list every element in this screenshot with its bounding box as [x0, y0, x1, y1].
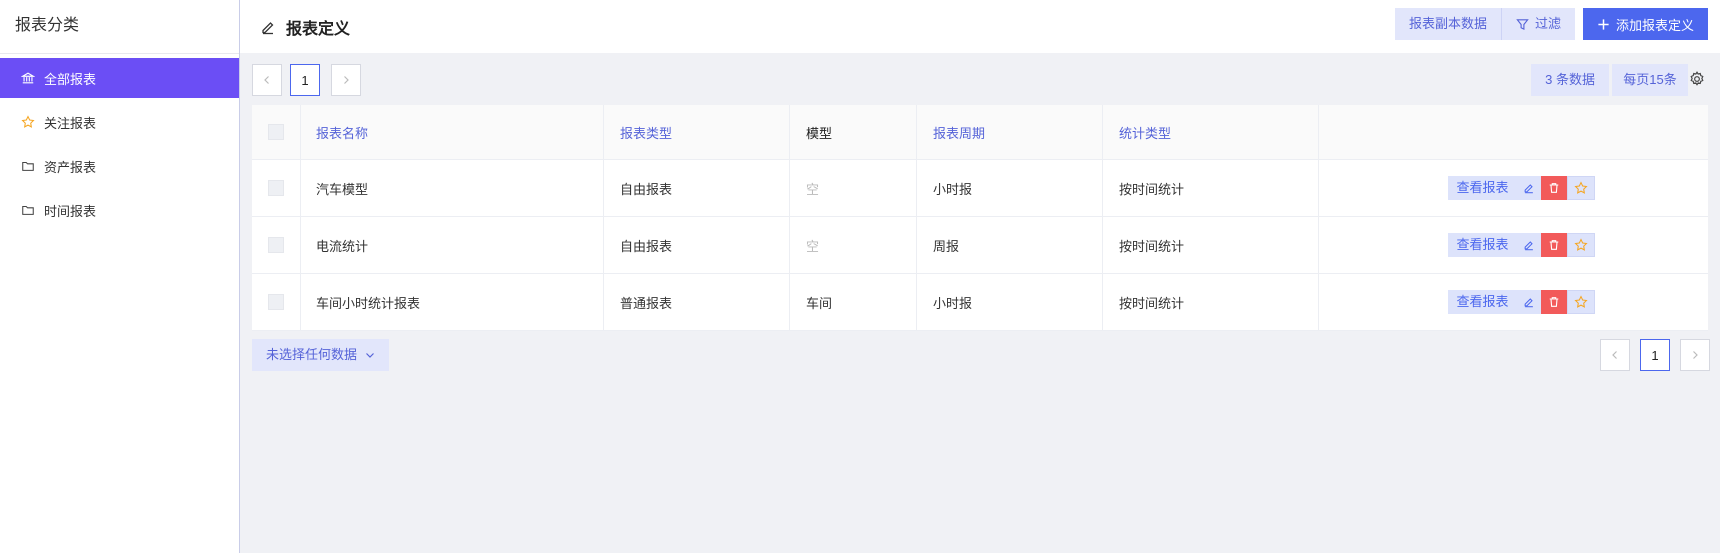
filter-button[interactable]: 过滤 — [1500, 8, 1575, 40]
star-icon[interactable] — [1566, 233, 1595, 257]
cell-model: 车间 — [790, 274, 917, 330]
sidebar-item-label: 关注报表 — [44, 115, 97, 131]
trash-icon[interactable] — [1540, 176, 1567, 200]
sidebar-item-label: 时间报表 — [44, 203, 97, 219]
column-header-actions — [1319, 105, 1708, 159]
bank-icon — [20, 70, 36, 86]
cell-report-name: 汽车模型 — [301, 160, 604, 216]
chevron-left-icon — [1612, 351, 1617, 359]
selection-dropdown[interactable]: 未选择任何数据 — [252, 339, 390, 371]
record-count-badge: 3 条数据 — [1531, 64, 1609, 96]
star-icon[interactable] — [1566, 290, 1595, 314]
cell-period: 周报 — [917, 217, 1103, 273]
star-icon[interactable] — [1566, 176, 1595, 200]
folder-icon — [20, 202, 36, 218]
sidebar-item-label: 全部报表 — [44, 71, 97, 87]
cell-stat-type: 按时间统计 — [1103, 274, 1319, 330]
edit-icon[interactable] — [1516, 290, 1541, 314]
selection-label: 未选择任何数据 — [266, 347, 358, 362]
filter-icon — [1516, 18, 1529, 30]
cell-report-type: 普通报表 — [604, 274, 790, 330]
star-icon — [20, 114, 36, 130]
sidebar-title: 报表分类 — [0, 0, 239, 54]
sidebar-item-label: 资产报表 — [44, 159, 97, 175]
column-header-name[interactable]: 报表名称 — [301, 105, 604, 159]
table-header-row: 报表名称 报表类型 模型 报表周期 统计类型 — [252, 105, 1708, 160]
cell-model: 空 — [790, 217, 917, 273]
footer-page-number-button[interactable]: 1 — [1640, 339, 1670, 371]
plus-icon — [1598, 18, 1609, 30]
cell-period: 小时报 — [917, 160, 1103, 216]
toolbar: 1 3 条数据 每页15条 — [252, 64, 1708, 96]
view-report-button[interactable]: 查看报表 — [1448, 233, 1517, 257]
table-row: 汽车模型 自由报表 空 小时报 按时间统计 查看报表 — [252, 160, 1708, 217]
column-header-period[interactable]: 报表周期 — [917, 105, 1103, 159]
cell-period: 小时报 — [917, 274, 1103, 330]
chevron-right-icon — [344, 76, 349, 84]
add-report-label: 添加报表定义 — [1615, 17, 1694, 33]
row-checkbox[interactable] — [268, 237, 284, 253]
column-header-stat-type[interactable]: 统计类型 — [1103, 105, 1319, 159]
cell-report-name: 车间小时统计报表 — [301, 274, 604, 330]
footer-prev-page-button[interactable] — [1600, 339, 1630, 371]
page-size-selector[interactable]: 每页15条 — [1612, 64, 1688, 96]
table-row: 车间小时统计报表 普通报表 车间 小时报 按时间统计 查看报表 — [252, 274, 1708, 331]
sidebar: 报表分类 全部报表 关注报表 资产报表 时间报表 — [0, 0, 240, 553]
prev-page-button[interactable] — [252, 64, 282, 96]
footer-next-page-button[interactable] — [1680, 339, 1710, 371]
copy-data-button[interactable]: 报表副本数据 — [1394, 8, 1501, 40]
row-actions: 查看报表 — [1448, 176, 1595, 200]
sidebar-item-asset-reports[interactable]: 资产报表 — [0, 146, 239, 186]
report-table: 报表名称 报表类型 模型 报表周期 统计类型 汽车模型 自由报表 空 小时报 按… — [252, 105, 1708, 331]
view-report-button[interactable]: 查看报表 — [1448, 290, 1517, 314]
cell-report-type: 自由报表 — [604, 160, 790, 216]
header-actions: 报表副本数据 过滤 添加报表定义 — [1394, 8, 1708, 40]
row-actions: 查看报表 — [1448, 233, 1595, 257]
table-row: 电流统计 自由报表 空 周报 按时间统计 查看报表 — [252, 217, 1708, 274]
cell-report-type: 自由报表 — [604, 217, 790, 273]
cell-stat-type: 按时间统计 — [1103, 160, 1319, 216]
page-number-button[interactable]: 1 — [290, 64, 320, 96]
chevron-left-icon — [264, 76, 269, 84]
next-page-button[interactable] — [331, 64, 361, 96]
edit-icon[interactable] — [1516, 176, 1541, 200]
cell-model: 空 — [790, 160, 917, 216]
trash-icon[interactable] — [1540, 233, 1567, 257]
cell-report-name: 电流统计 — [301, 217, 604, 273]
edit-icon — [260, 19, 276, 35]
chevron-right-icon — [1693, 351, 1698, 359]
edit-icon[interactable] — [1516, 233, 1541, 257]
view-report-button[interactable]: 查看报表 — [1448, 176, 1517, 200]
sidebar-item-all-reports[interactable]: 全部报表 — [0, 58, 239, 98]
gear-icon[interactable] — [1688, 70, 1708, 90]
trash-icon[interactable] — [1540, 290, 1567, 314]
page-title: 报表定义 — [286, 20, 351, 38]
header: 报表定义 报表副本数据 过滤 添加报表定义 — [240, 0, 1720, 53]
row-actions: 查看报表 — [1448, 290, 1595, 314]
add-report-button[interactable]: 添加报表定义 — [1582, 8, 1708, 40]
column-header-type[interactable]: 报表类型 — [604, 105, 790, 159]
row-checkbox[interactable] — [268, 294, 284, 310]
row-checkbox[interactable] — [268, 180, 284, 196]
column-header-model: 模型 — [790, 105, 917, 159]
cell-stat-type: 按时间统计 — [1103, 217, 1319, 273]
chevron-down-icon — [366, 353, 374, 358]
filter-label: 过滤 — [1534, 16, 1561, 31]
sidebar-item-time-reports[interactable]: 时间报表 — [0, 190, 239, 230]
folder-icon — [20, 158, 36, 174]
sidebar-item-favorite-reports[interactable]: 关注报表 — [0, 102, 239, 142]
select-all-checkbox[interactable] — [268, 124, 284, 140]
